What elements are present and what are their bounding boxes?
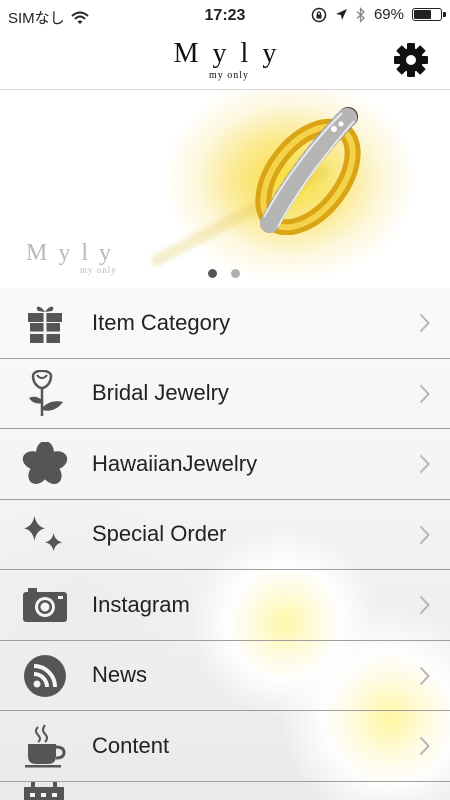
nav-bar: Myly my only [0,32,450,90]
app-logo: Myly my only [0,38,450,81]
rose-icon [22,369,68,416]
flower-icon [22,442,68,485]
menu-item-news[interactable]: News [0,641,450,711]
chevron-right-icon [419,736,430,756]
page-dot-1[interactable] [208,269,217,278]
hero-logo: Myly my only [26,240,123,275]
menu-label-news: News [92,662,148,688]
battery-percent: 69% [373,6,404,23]
chevron-right-icon [419,313,430,333]
status-right: 69% [311,6,446,23]
chevron-right-icon [419,384,430,403]
menu-list: Item Category Bridal Jewelry HawaiianJew… [0,288,450,782]
gift-icon [22,302,68,344]
rss-icon [22,654,68,697]
menu-item-partial[interactable] [22,781,66,800]
menu-label-item-category: Item Category [92,309,231,335]
location-arrow-icon [335,9,347,20]
coffee-icon [22,724,68,768]
settings-button[interactable] [392,41,430,79]
menu-item-bridal-jewelry[interactable]: Bridal Jewelry [0,359,450,429]
page-dot-2[interactable] [231,269,240,278]
status-bar: SIMなし 17:23 69% [0,0,450,32]
chevron-right-icon [419,595,430,615]
bluetooth-icon [356,6,365,23]
page-indicator[interactable] [208,269,240,278]
battery-icon [412,8,446,21]
menu-area: Item Category Bridal Jewelry HawaiianJew… [0,288,450,800]
chevron-right-icon [419,454,430,474]
menu-label-content: Content [92,732,170,758]
menu-item-special-order[interactable]: Special Order [0,500,450,570]
menu-item-instagram[interactable]: Instagram [0,570,450,641]
sparkle-icon [22,514,68,556]
menu-item-content[interactable]: Content [0,711,450,782]
chevron-right-icon [419,666,430,685]
menu-label-instagram: Instagram [92,591,190,617]
menu-label-hawaiian-jewelry: HawaiianJewelry [92,450,258,476]
gear-icon[interactable] [392,41,430,79]
battery-level-fill [414,10,432,19]
menu-item-item-category[interactable]: Item Category [0,288,450,359]
menu-label-bridal-jewelry: Bridal Jewelry [92,380,229,406]
ring-image [255,107,361,235]
hero-logo-sub-text: my only [80,265,117,275]
camera-icon [22,584,68,626]
hero-banner[interactable]: Myly my only [0,90,450,288]
orientation-lock-icon [311,7,327,22]
hero-logo-main-text: Myly [26,240,123,266]
calendar-icon [24,782,64,800]
logo-sub-text: my only [208,70,250,81]
menu-item-hawaiian-jewelry[interactable]: HawaiianJewelry [0,429,450,500]
logo-main-text: Myly [173,38,291,69]
chevron-right-icon [419,525,430,544]
menu-label-special-order: Special Order [92,521,227,547]
